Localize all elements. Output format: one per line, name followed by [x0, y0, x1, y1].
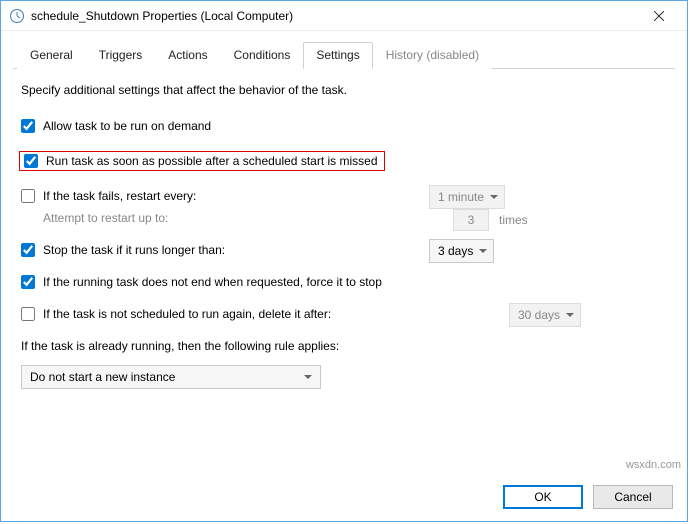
settings-panel: Specify additional settings that affect …	[13, 69, 675, 389]
label-delete-after: If the task is not scheduled to run agai…	[43, 307, 331, 321]
tab-actions[interactable]: Actions	[155, 42, 220, 69]
attempt-count-value: 3	[468, 213, 475, 227]
stop-duration-value: 3 days	[438, 244, 473, 258]
ok-button[interactable]: OK	[503, 485, 583, 509]
window-title: schedule_Shutdown Properties (Local Comp…	[31, 9, 639, 23]
dropdown-stop-duration[interactable]: 3 days	[429, 239, 494, 263]
row-run-missed: Run task as soon as possible after a sch…	[19, 151, 669, 171]
label-allow-demand: Allow task to be run on demand	[43, 119, 211, 133]
tab-triggers[interactable]: Triggers	[86, 42, 156, 69]
titlebar: schedule_Shutdown Properties (Local Comp…	[1, 1, 687, 31]
dropdown-running-rule[interactable]: Do not start a new instance	[21, 365, 321, 389]
dropdown-restart-interval[interactable]: 1 minute	[429, 185, 505, 209]
ok-label: OK	[534, 490, 551, 504]
row-force-stop: If the running task does not end when re…	[19, 275, 669, 289]
spinner-attempt-count[interactable]: 3	[453, 209, 489, 231]
row-stop-long: Stop the task if it runs longer than: 3 …	[19, 243, 669, 257]
highlight-run-missed: Run task as soon as possible after a sch…	[19, 151, 385, 171]
tab-strip: General Triggers Actions Conditions Sett…	[13, 41, 675, 69]
row-delete-after: If the task is not scheduled to run agai…	[19, 307, 669, 321]
dialog-body: General Triggers Actions Conditions Sett…	[1, 31, 687, 389]
tab-history[interactable]: History (disabled)	[373, 42, 492, 69]
label-restart-fail: If the task fails, restart every:	[43, 189, 196, 203]
label-attempt: Attempt to restart up to:	[43, 211, 168, 225]
label-force-stop: If the running task does not end when re…	[43, 275, 382, 289]
cancel-button[interactable]: Cancel	[593, 485, 673, 509]
restart-interval-value: 1 minute	[438, 190, 484, 204]
running-rule-value: Do not start a new instance	[30, 370, 175, 384]
properties-dialog: schedule_Shutdown Properties (Local Comp…	[0, 0, 688, 522]
row-allow-demand: Allow task to be run on demand	[19, 119, 669, 133]
clock-icon	[9, 8, 25, 24]
checkbox-stop-long[interactable]	[21, 243, 35, 257]
checkbox-restart-fail[interactable]	[21, 189, 35, 203]
close-button[interactable]	[639, 2, 679, 30]
watermark: wsxdn.com	[626, 459, 681, 471]
delete-duration-value: 30 days	[518, 308, 560, 322]
cancel-label: Cancel	[614, 490, 651, 504]
dropdown-delete-duration[interactable]: 30 days	[509, 303, 581, 327]
label-run-missed: Run task as soon as possible after a sch…	[46, 154, 378, 168]
tab-settings[interactable]: Settings	[303, 42, 372, 69]
row-running-rule-label: If the task is already running, then the…	[19, 339, 669, 353]
tab-general[interactable]: General	[17, 42, 86, 69]
tab-conditions[interactable]: Conditions	[221, 42, 304, 69]
label-running-rule: If the task is already running, then the…	[21, 339, 339, 353]
label-stop-long: Stop the task if it runs longer than:	[43, 243, 225, 257]
row-attempt-count: Attempt to restart up to: 3 times	[43, 211, 669, 225]
row-restart-fail: If the task fails, restart every: 1 minu…	[19, 189, 669, 203]
close-icon	[654, 11, 664, 21]
checkbox-allow-demand[interactable]	[21, 119, 35, 133]
checkbox-run-missed[interactable]	[24, 154, 38, 168]
label-times: times	[499, 213, 528, 227]
dialog-footer: OK Cancel	[503, 485, 673, 509]
settings-intro: Specify additional settings that affect …	[21, 83, 669, 97]
checkbox-delete-after[interactable]	[21, 307, 35, 321]
checkbox-force-stop[interactable]	[21, 275, 35, 289]
